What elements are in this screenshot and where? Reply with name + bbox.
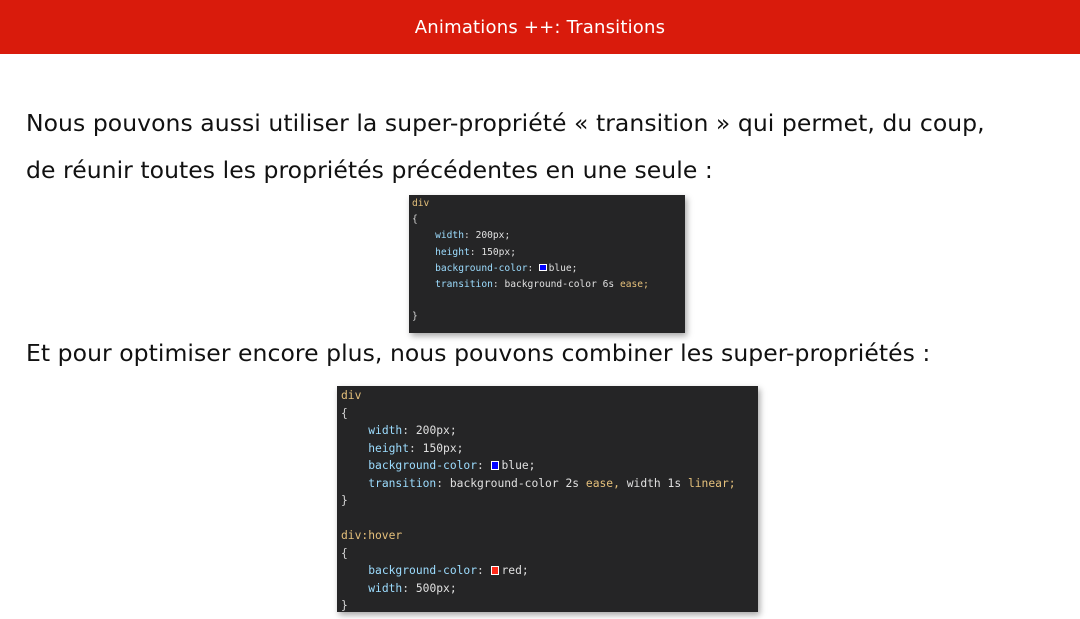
code-prop-bg: background-color <box>368 459 478 472</box>
code-selector: div <box>341 389 362 402</box>
code-prop-transition: transition <box>435 279 493 291</box>
code-hover-open-brace: { <box>341 546 348 560</box>
code-prop-width: width <box>435 230 464 242</box>
paragraph-1-line-2: de réunir toutes les propriétés précéden… <box>26 156 713 184</box>
color-swatch-icon <box>490 460 500 470</box>
color-swatch-icon <box>539 263 547 272</box>
code-val-transition: background-color 6s <box>504 279 615 291</box>
code-open-brace: { <box>412 214 418 226</box>
code-val-transition-2: width 1s <box>626 476 682 490</box>
code-prop-bg: background-color <box>435 262 528 274</box>
code-val-width: 200px; <box>475 230 511 242</box>
code-val-height: 150px; <box>481 246 516 258</box>
code-hover-close-brace: } <box>341 599 348 612</box>
code-prop-height: height <box>368 441 410 455</box>
slide-title: Animations ++: Transitions <box>414 16 666 38</box>
code-val-bg: blue; <box>548 262 578 274</box>
code-selector: div <box>412 198 430 209</box>
code-close-brace: } <box>341 494 348 507</box>
code-hover-selector: div:hover <box>341 529 403 542</box>
code-hover-val-bg: red; <box>501 564 529 577</box>
paragraph-2: Et pour optimiser encore plus, nous pouv… <box>26 339 931 367</box>
code-hover-prop-width: width <box>368 581 403 595</box>
code-val-bg: blue; <box>501 459 536 472</box>
color-swatch-icon <box>490 565 500 575</box>
code-prop-width: width <box>368 424 403 437</box>
code-hover-val-width: 500px; <box>415 581 457 595</box>
code-open-brace: { <box>341 406 348 420</box>
code-val-height: 150px; <box>422 441 464 455</box>
code-snippet-combined: div{ width: 200px; height: 150px; backgr… <box>337 386 758 612</box>
code-kw-ease: ease; <box>619 279 649 291</box>
code-close-brace: } <box>412 311 418 323</box>
code-val-width: 200px; <box>415 424 457 437</box>
header-bar: Animations ++: Transitions <box>0 0 1080 54</box>
code-snippet-transition: div{ width: 200px; height: 150px; backgr… <box>409 195 685 333</box>
code-hover-prop-bg: background-color <box>368 564 478 577</box>
paragraph-1-line-1: Nous pouvons aussi utiliser la super-pro… <box>26 109 985 137</box>
code-kw-linear: linear; <box>687 476 736 490</box>
code-prop-height: height <box>435 246 470 258</box>
code-val-transition-1: background-color 2s <box>449 476 580 490</box>
code-prop-transition: transition <box>368 476 437 490</box>
code-kw-ease: ease, <box>585 476 620 490</box>
